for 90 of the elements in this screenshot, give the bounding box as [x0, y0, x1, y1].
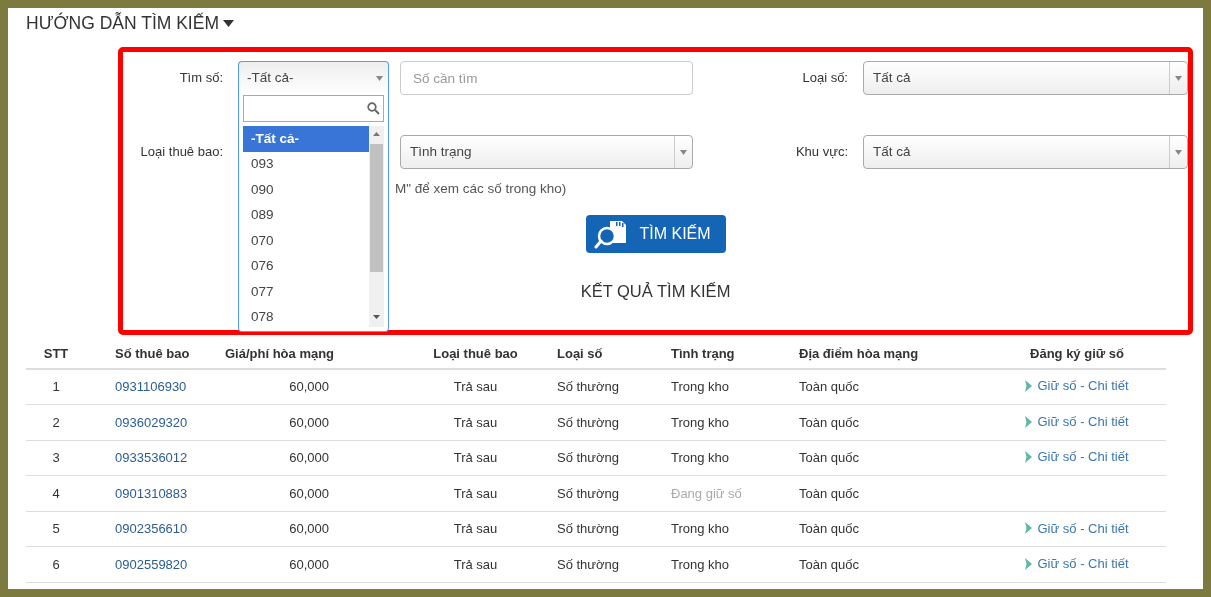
table-cell-text: Trả sau — [453, 521, 498, 537]
dropdown-arrow-icon — [1175, 75, 1182, 81]
results-title: KẾT QUẢ TÌM KIẾM — [580, 281, 731, 302]
table-cell-text: 3 — [52, 450, 60, 466]
caret-icon[interactable] — [223, 19, 234, 27]
table-cell-text: 60,000 — [289, 557, 329, 572]
phone-number-link[interactable]: 0901310883 — [115, 485, 188, 501]
dropdown-arrow-icon — [1175, 149, 1182, 155]
status-text: Trong kho — [671, 450, 730, 466]
table-cell-text: Toàn quốc — [799, 414, 859, 430]
register-link[interactable]: Giữ số - Chi tiết — [1025, 554, 1129, 574]
dropdown-option[interactable]: 093 — [243, 151, 369, 177]
field-label: Loại số: — [801, 69, 848, 88]
register-link[interactable]: Giữ số - Chi tiết — [1025, 411, 1129, 432]
phone-number-link[interactable]: 0933536012 — [115, 450, 188, 466]
table-cell-text: Toàn quốc — [799, 485, 859, 501]
column-header: STT — [26, 339, 86, 369]
dropdown-arrow-icon — [680, 149, 687, 155]
status-text: Trong kho — [671, 521, 730, 537]
dropdown-arrow-icon — [375, 76, 383, 81]
table-cell-text: Số thường — [557, 450, 620, 466]
register-link[interactable]: Giữ số - Chi tiết — [1025, 376, 1129, 396]
phone-number-link[interactable]: 0931106930 — [115, 379, 187, 395]
search-sim-icon — [593, 219, 628, 249]
table-cell-text: 60,000 — [289, 521, 329, 537]
table-cell-text: Toàn quốc — [799, 557, 859, 572]
table-cell-text: Trả sau — [453, 485, 498, 501]
table-cell-text: Toàn quốc — [799, 450, 859, 466]
table-cell-text: Số thường — [557, 485, 620, 501]
table-cell-text: 60,000 — [289, 379, 329, 395]
arrow-icon — [1025, 557, 1033, 570]
table-cell-text: Trả sau — [453, 414, 498, 430]
phone-number-link[interactable]: 0902356610 — [115, 521, 188, 537]
select-field[interactable]: Tất cả — [863, 61, 1188, 95]
dropdown-option[interactable]: 078 — [243, 304, 369, 330]
column-header: Loại thuê bao — [400, 339, 551, 369]
prefix-select[interactable]: -Tất cả- — [238, 61, 389, 95]
select-field[interactable]: Tất cả — [863, 135, 1188, 169]
dropdown-search-field[interactable] — [243, 95, 384, 122]
field-label: Loại thuê bao: — [139, 143, 223, 162]
dropdown-option[interactable]: 090 — [243, 177, 369, 203]
phone-number-link[interactable]: 0902559820 — [115, 557, 188, 572]
table-cell-text: 60,000 — [289, 414, 329, 430]
search-button[interactable]: TÌM KIẾM — [585, 215, 726, 253]
table-cell-text: 60,000 — [289, 450, 329, 466]
table-cell-text: Số thường — [557, 521, 620, 537]
hint-text: M" để xem các số trong kho) — [395, 180, 568, 198]
table-cell-text: Trả sau — [453, 557, 498, 572]
table-cell-text: 60,000 — [289, 485, 329, 501]
column-header: Giá/phí hòa mạng — [216, 339, 400, 369]
dropdown-option[interactable]: 076 — [243, 253, 369, 279]
field-label: Tìm số: — [178, 69, 223, 88]
field-label: Khu vực: — [794, 143, 848, 162]
table-cell-text: Số thường — [557, 557, 620, 572]
table-cell-text: Toàn quốc — [799, 379, 859, 395]
dropdown-option[interactable]: 077 — [243, 279, 369, 305]
table-cell-text: 2 — [52, 414, 60, 430]
column-header: Đăng ký giữ số — [988, 339, 1166, 369]
status-text: Trong kho — [671, 557, 730, 572]
table-cell-text: Số thường — [557, 414, 620, 430]
table-cell-text: Trả sau — [453, 379, 498, 395]
table-cell-text: 6 — [52, 557, 60, 572]
search-icon — [367, 102, 380, 115]
arrow-icon — [1025, 522, 1033, 535]
section-title[interactable]: HƯỚNG DẪN TÌM KIẾM — [26, 9, 219, 37]
table-cell-text: Trả sau — [453, 450, 498, 466]
column-header: Loại số — [551, 339, 665, 369]
dropdown-option[interactable]: 070 — [243, 228, 369, 254]
arrow-icon — [1025, 451, 1033, 464]
search-field[interactable]: Số cần tìm — [400, 61, 693, 95]
scrollbar[interactable] — [369, 126, 384, 327]
register-link[interactable]: Giữ số - Chi tiết — [1025, 447, 1129, 467]
phone-number-link[interactable]: 0936029320 — [115, 414, 188, 430]
column-header: Số thuê bao — [86, 339, 216, 369]
column-header: Địa điểm hòa mạng — [793, 339, 988, 369]
column-header: Tình trạng — [665, 339, 793, 369]
dropdown-option[interactable]: 089 — [243, 202, 369, 228]
status-text: Đang giữ số — [671, 485, 742, 501]
status-text: Trong kho — [671, 414, 730, 430]
table-cell-text: Số thường — [557, 379, 620, 395]
table-cell-text: 4 — [52, 485, 60, 501]
table-cell-text: 5 — [52, 521, 60, 537]
arrow-icon — [1025, 415, 1033, 428]
table-cell-text: 1 — [52, 379, 60, 395]
select-field[interactable]: Tình trạng — [400, 135, 693, 169]
table-cell-text: Toàn quốc — [799, 521, 859, 537]
arrow-icon — [1025, 380, 1033, 393]
status-text: Trong kho — [671, 379, 730, 395]
register-link[interactable]: Giữ số - Chi tiết — [1025, 518, 1129, 539]
dropdown-option[interactable]: -Tất cả- — [243, 126, 369, 152]
